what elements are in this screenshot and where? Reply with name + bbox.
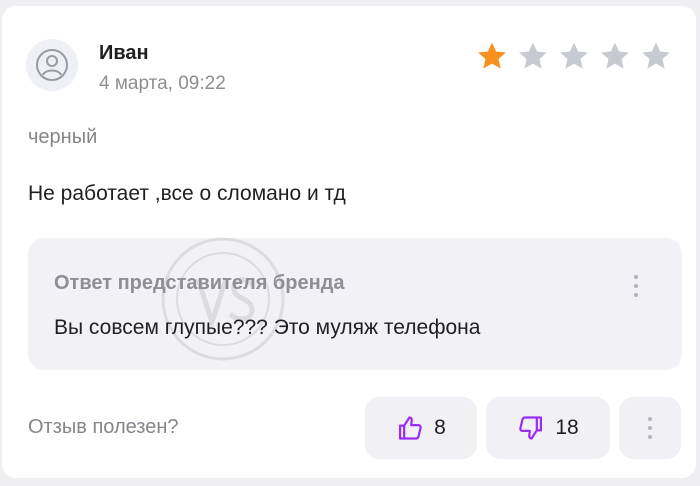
thumbs-down-icon [519, 416, 543, 440]
more-vertical-icon[interactable] [626, 266, 646, 306]
author-name: Иван [99, 42, 149, 64]
brand-reply: Ответ представителя бренда Вы совсем глу… [28, 237, 682, 370]
user-avatar-icon [26, 39, 78, 91]
dislike-button[interactable]: 18 [486, 397, 610, 459]
star-icon [595, 36, 635, 76]
review-text: Не работает ,все о сломано и тд [28, 182, 346, 205]
more-vertical-icon[interactable] [619, 397, 681, 459]
like-count: 8 [434, 416, 446, 439]
thumbs-up-icon [399, 416, 422, 440]
review-date: 4 марта, 09:22 [99, 73, 226, 94]
helpful-label: Отзыв полезен? [28, 416, 179, 438]
like-button[interactable]: 8 [365, 397, 477, 459]
star-icon [636, 36, 676, 76]
star-icon [513, 36, 553, 76]
watermark [161, 237, 285, 361]
dislike-count: 18 [555, 416, 579, 439]
reply-text: Вы совсем глупые??? Это муляж телефона [54, 316, 481, 339]
reply-title: Ответ представителя бренда [54, 272, 345, 294]
rating-stars [472, 36, 676, 76]
star-icon [472, 36, 512, 76]
star-icon [554, 36, 594, 76]
product-variant: черный [28, 126, 98, 148]
review-card: Иван 4 марта, 09:22 черный Не работает ,… [2, 6, 696, 478]
